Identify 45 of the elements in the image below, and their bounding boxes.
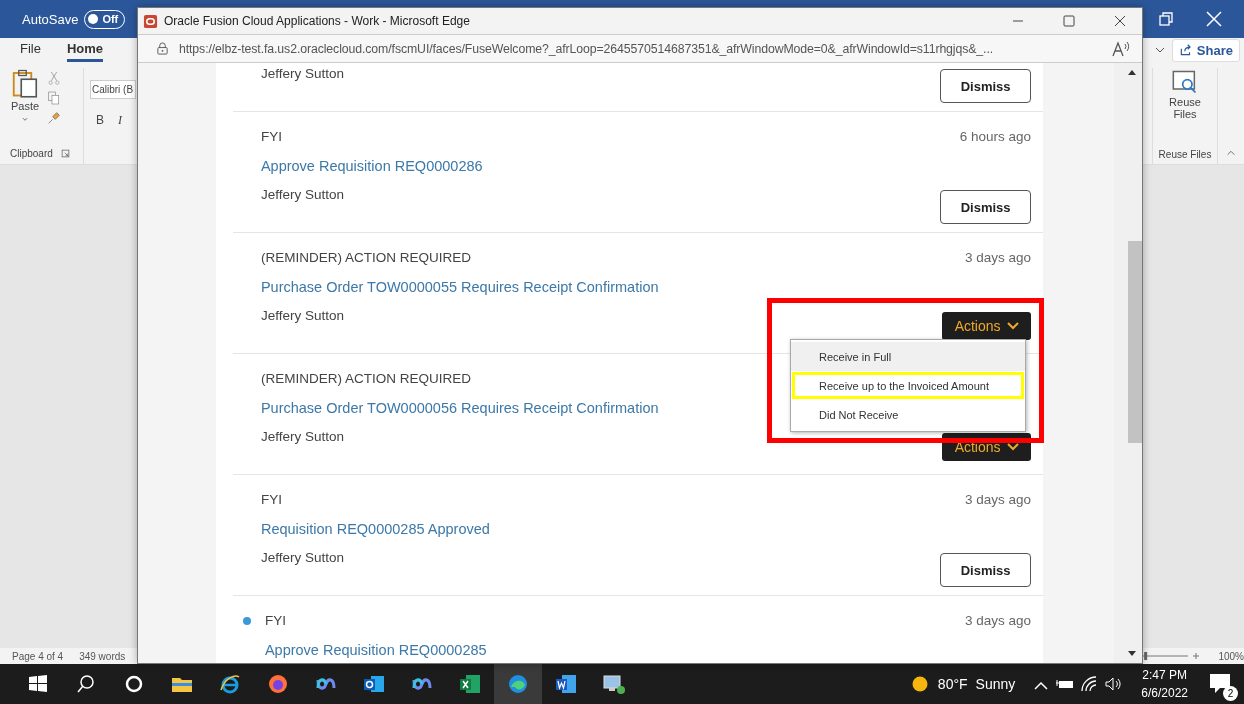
sender-name: Jeffery Sutton	[260, 549, 344, 567]
format-button[interactable]: B	[96, 113, 104, 128]
menu-item[interactable]: Did Not Receive	[791, 400, 1025, 429]
notification-type: (REMINDER) ACTION REQUIRED	[260, 371, 471, 386]
actions-button[interactable]: Actions	[942, 312, 1032, 340]
menu-item[interactable]: Receive up to the Invoiced Amount	[791, 371, 1025, 400]
page-count: Page 4 of 4	[12, 650, 64, 662]
clock[interactable]: 2:47 PM 6/6/2022	[1135, 665, 1194, 703]
menu-item[interactable]: Receive in Full	[791, 342, 1025, 371]
sender-name: Jeffery Sutton	[260, 65, 344, 83]
notification-link[interactable]: Approve Requisition REQ0000286	[260, 157, 483, 174]
weather-condition[interactable]: Sunny	[975, 676, 1016, 692]
notification-count[interactable]: 2	[1223, 686, 1238, 701]
notification-link[interactable]: Purchase Order TOW0000055 Requires Receipt Confirmation	[260, 278, 659, 295]
notification-type: (REMINDER) ACTION REQUIRED	[260, 250, 471, 265]
format-button[interactable]: I	[118, 113, 122, 128]
ribbon-tab[interactable]: File	[20, 38, 41, 62]
zoom-level[interactable]: 100%	[1218, 650, 1244, 662]
font-name-field[interactable]: Calibri (B	[90, 80, 136, 99]
autosave-toggle[interactable]: Off	[84, 9, 126, 29]
group-label: Clipboard	[10, 148, 53, 159]
sender-name: Jeffery Sutton	[260, 307, 344, 325]
reuse-files-button[interactable]: Reuse Files	[1165, 68, 1205, 120]
weather-temperature[interactable]: 80°F	[937, 676, 968, 692]
paste-label[interactable]: Paste	[10, 100, 40, 112]
notification-time: 3 days ago	[965, 492, 1032, 507]
dismiss-button[interactable]: Dismiss	[940, 190, 1032, 224]
notification-time: 3 days ago	[965, 250, 1032, 265]
window-title: Oracle Fusion Cloud Applications - Work - Microsoft Edge	[164, 14, 470, 28]
sender-name: Jeffery Sutton	[260, 428, 344, 446]
notification-link[interactable]: Requisition REQ0000285 Approved	[260, 520, 490, 537]
group-label: Reuse Files	[1158, 149, 1212, 162]
notification-type: FYI	[260, 129, 282, 144]
notification-link[interactable]: Purchase Order TOW0000056 Requires Receipt Confirmation	[260, 399, 659, 416]
notification-type: FYI	[264, 613, 286, 628]
notification-time: 6 hours ago	[959, 129, 1032, 144]
share-button[interactable]: Share	[1171, 38, 1240, 62]
notification-link[interactable]: Approve Requisition REQ0000285	[264, 641, 487, 658]
dismiss-button[interactable]: Dismiss	[940, 553, 1032, 587]
dismiss-button[interactable]: Dismiss	[940, 69, 1032, 103]
word-count: 349 words	[79, 650, 126, 662]
notification-time: 3 days ago	[965, 613, 1032, 628]
sender-name: Jeffery Sutton	[260, 186, 344, 204]
notification-type: FYI	[260, 492, 282, 507]
autosave-label: AutoSave	[22, 11, 79, 27]
